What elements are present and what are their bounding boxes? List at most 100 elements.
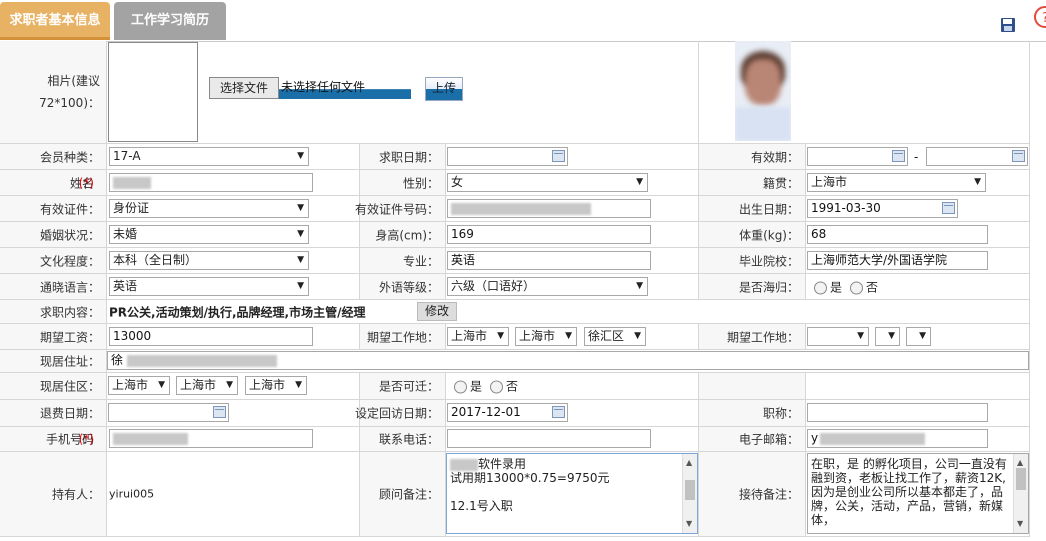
- phone-label: 联系电话：: [378, 432, 439, 447]
- foreign-level-select[interactable]: 六级（口语好） ▼: [447, 277, 648, 296]
- relocate-no-option[interactable]: 否: [490, 378, 518, 395]
- chevron-down-icon: ▼: [565, 331, 572, 341]
- phone-input[interactable]: [447, 429, 651, 448]
- id-type-label: 有效证件：: [39, 202, 100, 216]
- id-number-input[interactable]: [447, 199, 651, 218]
- expected-location-label: 期望工作地：: [366, 330, 439, 344]
- address-input[interactable]: 徐: [107, 351, 1029, 370]
- major-label: 专业：: [402, 254, 439, 268]
- tab-work-study-resume[interactable]: 工作学习简历: [114, 2, 226, 40]
- photo-label: 相片(建议72*100)：: [0, 41, 107, 143]
- mobile-input[interactable]: [109, 429, 313, 448]
- chevron-down-icon: ▼: [226, 380, 233, 390]
- marital-select[interactable]: 未婚 ▼: [109, 225, 309, 244]
- save-icon[interactable]: [1000, 17, 1016, 33]
- gender-select[interactable]: 女 ▼: [447, 173, 648, 192]
- row-name: 姓名 (*)： 性别： 女 ▼ 籍贯： 上海市 ▼: [0, 170, 1030, 196]
- radio-icon[interactable]: [490, 380, 503, 394]
- returnee-yes-option[interactable]: 是: [814, 278, 842, 295]
- member-type-label: 会员种类：: [39, 150, 100, 164]
- native-label: 籍贯：: [762, 176, 799, 190]
- relocate-label: 是否可迁：: [378, 379, 439, 394]
- chevron-down-icon: ▼: [974, 177, 981, 187]
- photo-upload-cell: 选择文件 未选择任何文件 上传: [107, 41, 699, 143]
- title-input[interactable]: [807, 403, 988, 422]
- expected-province-select[interactable]: 上海市 ▼: [447, 327, 509, 346]
- weight-input[interactable]: 68: [807, 225, 988, 244]
- school-label: 毕业院校：: [738, 254, 799, 268]
- calendar-icon[interactable]: [213, 406, 226, 418]
- close-icon[interactable]: ?: [1034, 6, 1046, 28]
- valid-period-separator: -: [914, 149, 919, 164]
- expected2-city-select[interactable]: ▼: [875, 327, 900, 346]
- redacted-email: [820, 432, 926, 445]
- education-select[interactable]: 本科（全日制） ▼: [109, 251, 309, 270]
- language-select[interactable]: 英语 ▼: [109, 277, 309, 296]
- row-education: 文化程度： 本科（全日制） ▼ 专业： 英语 毕业院校： 上海师范大学/外国语学院: [0, 248, 1030, 274]
- refund-date-input[interactable]: [108, 403, 229, 422]
- chevron-down-icon: ▼: [857, 331, 864, 341]
- expected-salary-input[interactable]: 13000: [109, 327, 313, 346]
- valid-from-input[interactable]: [807, 147, 908, 166]
- chevron-down-icon: ▼: [888, 331, 895, 341]
- returnee-no-option[interactable]: 否: [850, 278, 878, 295]
- redacted-name: [113, 176, 151, 189]
- calendar-icon[interactable]: [552, 406, 565, 418]
- holder-label: 持有人：: [51, 487, 100, 502]
- birth-date-label: 出生日期：: [738, 202, 799, 216]
- relocate-yes-option[interactable]: 是: [454, 378, 482, 395]
- calendar-icon[interactable]: [552, 150, 565, 162]
- radio-icon[interactable]: [850, 281, 863, 294]
- chevron-down-icon: ▼: [295, 380, 302, 390]
- name-input[interactable]: [109, 173, 313, 192]
- id-type-select[interactable]: 身份证 ▼: [109, 199, 309, 218]
- row-id: 有效证件： 身份证 ▼ 有效证件号码： 出生日期： 1991-03-30: [0, 196, 1030, 222]
- current-district-select[interactable]: 上海市 ▼: [245, 376, 307, 395]
- upload-button[interactable]: 上传: [425, 77, 463, 101]
- height-input[interactable]: 169: [447, 225, 651, 244]
- birth-date-input[interactable]: 1991-03-30: [807, 199, 958, 218]
- returnee-label: 是否海归：: [738, 280, 799, 294]
- edit-job-content-button[interactable]: 修改: [417, 302, 457, 321]
- reception-note-textarea[interactable]: 在职，是 的孵化项目，公司一直没有融到资，老板让找工作了，薪资12K,因为是创业…: [807, 453, 1029, 534]
- revisit-date-input[interactable]: 2017-12-01: [447, 403, 568, 422]
- photo-display-cell: [699, 41, 1030, 143]
- email-label: 电子邮箱：: [738, 432, 799, 447]
- expected-salary-label: 期望工资：: [39, 330, 100, 344]
- expected2-province-select[interactable]: ▼: [807, 327, 869, 346]
- choose-file-button[interactable]: 选择文件: [209, 77, 279, 99]
- education-label: 文化程度：: [39, 254, 100, 268]
- expected-city-select[interactable]: 上海市 ▼: [515, 327, 577, 346]
- consultant-note-textarea[interactable]: 软件录用 试用期13000*0.75=9750元 12.1号入职 ▲ ▼: [446, 453, 698, 534]
- school-input[interactable]: 上海师范大学/外国语学院: [807, 251, 988, 270]
- redacted-address: [127, 354, 278, 367]
- calendar-icon[interactable]: [1012, 150, 1025, 162]
- row-language: 通晓语言： 英语 ▼ 外语等级： 六级（口语好） ▼ 是否海归： 是 否: [0, 274, 1030, 300]
- calendar-icon[interactable]: [942, 202, 955, 214]
- current-city-select[interactable]: 上海市 ▼: [176, 376, 238, 395]
- chevron-down-icon: ▼: [636, 281, 643, 291]
- valid-to-input[interactable]: [926, 147, 1028, 166]
- major-input[interactable]: 英语: [447, 251, 651, 270]
- reception-note-scrollbar[interactable]: ▲ ▼: [1013, 454, 1028, 533]
- expected-district-select[interactable]: 徐汇区 ▼: [584, 327, 646, 346]
- chevron-down-icon: ▼: [158, 380, 165, 390]
- native-select[interactable]: 上海市 ▼: [807, 173, 986, 192]
- tab-bar: 求职者基本信息 工作学习简历 ?: [0, 0, 1046, 42]
- email-input[interactable]: y: [807, 429, 988, 448]
- tab-basic-info[interactable]: 求职者基本信息: [0, 2, 110, 40]
- member-type-select[interactable]: 17-A ▼: [109, 147, 309, 166]
- chevron-down-icon: ▼: [297, 203, 304, 213]
- consultant-note-scrollbar[interactable]: ▲ ▼: [682, 454, 697, 533]
- id-number-label: 有效证件号码：: [354, 202, 439, 216]
- address-label: 现居住址：: [39, 354, 100, 369]
- current-province-select[interactable]: 上海市 ▼: [108, 376, 170, 395]
- expected2-district-select[interactable]: ▼: [906, 327, 931, 346]
- apply-date-input[interactable]: [447, 147, 568, 166]
- weight-label: 体重(kg)：: [739, 228, 799, 242]
- radio-icon[interactable]: [814, 281, 827, 294]
- revisit-date-label: 设定回访日期：: [354, 406, 439, 421]
- row-current-area: 现居住区： 上海市 ▼ 上海市 ▼ 上海市 ▼ 是否可迁： 是 否: [0, 373, 1030, 400]
- radio-icon[interactable]: [454, 380, 467, 394]
- calendar-icon[interactable]: [892, 150, 905, 162]
